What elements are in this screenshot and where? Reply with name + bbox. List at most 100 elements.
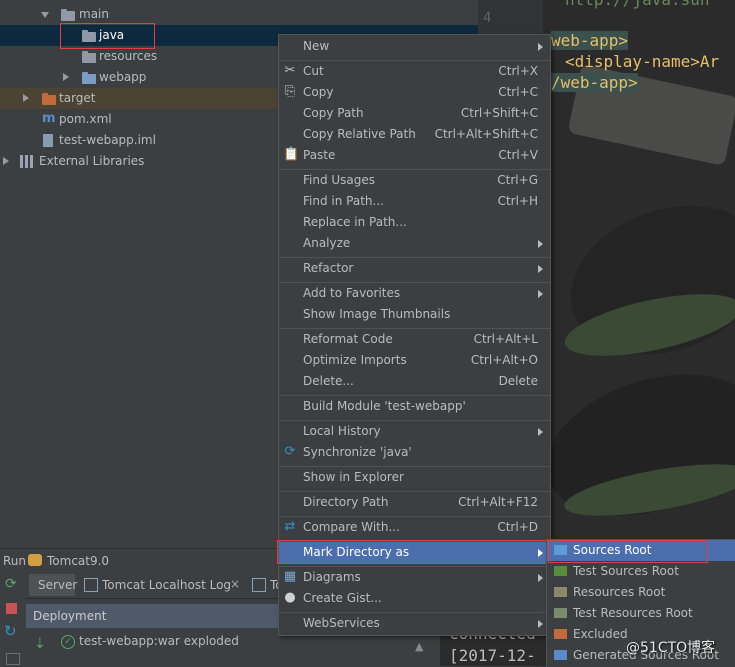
compare-icon: ⇄ xyxy=(284,519,296,534)
tree-item-label: pom.xml xyxy=(59,112,112,126)
collapse-arrow-icon[interactable] xyxy=(63,73,69,81)
menu-item-new[interactable]: New xyxy=(279,36,550,57)
collapse-arrow-icon[interactable] xyxy=(3,157,9,165)
menu-item-cut[interactable]: ✂ Cut Ctrl+X xyxy=(279,61,550,82)
run-label: Run xyxy=(3,554,27,568)
menu-item-copy-relative-path[interactable]: Copy Relative Path Ctrl+Alt+Shift+C xyxy=(279,124,550,145)
submenu-arrow-icon xyxy=(538,574,543,582)
menu-item-show-image-thumbnails[interactable]: Show Image Thumbnails xyxy=(279,304,550,325)
check-icon: ✓ xyxy=(61,635,75,649)
context-menu: New ✂ Cut Ctrl+X ⎘ Copy Ctrl+C Copy Path Ctrl… xyxy=(278,34,551,636)
menu-item-delete[interactable]: Delete... Delete xyxy=(279,371,550,392)
tab-label: Server xyxy=(38,578,78,592)
submenu-arrow-icon xyxy=(538,290,543,298)
menu-item-analyze[interactable]: Analyze xyxy=(279,233,550,254)
menu-item-find-in-path[interactable]: Find in Path... Ctrl+H xyxy=(279,191,550,212)
tree-item-main[interactable]: main xyxy=(0,4,478,25)
menu-item-webservices[interactable]: WebServices xyxy=(279,613,550,634)
watermark: @51CTO博客 xyxy=(626,640,716,656)
tab-label: Tomcat Localhost Log xyxy=(102,578,232,592)
submenu-arrow-icon xyxy=(538,240,543,248)
submenu-arrow-icon xyxy=(538,428,543,436)
menu-item-paste[interactable]: 📋 Paste Ctrl+V xyxy=(279,145,550,166)
refresh-icon[interactable]: ↻ xyxy=(4,624,18,639)
tree-item-label: External Libraries xyxy=(39,154,145,168)
collapse-arrow-icon[interactable] xyxy=(23,94,29,102)
submenu-item-resources-root[interactable]: Resources Root xyxy=(547,582,735,603)
paste-icon: 📋 xyxy=(283,147,300,162)
submenu-item-sources-root[interactable]: Sources Root xyxy=(547,540,735,561)
tree-item-label: target xyxy=(59,91,96,105)
log-icon xyxy=(84,578,98,592)
tab-server[interactable]: Server xyxy=(29,574,78,596)
submenu-arrow-icon xyxy=(538,620,543,628)
menu-item-create-gist[interactable]: ● Create Gist... xyxy=(279,588,550,609)
deployment-header: Deployment xyxy=(26,604,280,628)
folder-icon xyxy=(82,51,96,63)
code-line: http://java.sun xyxy=(565,0,710,9)
sources-root-icon xyxy=(554,545,567,555)
run-config-name[interactable]: Tomcat9.0 xyxy=(47,554,109,568)
menu-item-synchronize[interactable]: ⟳ Synchronize 'java' xyxy=(279,442,550,463)
layout-icon[interactable] xyxy=(6,653,20,665)
menu-item-mark-directory-as[interactable]: Mark Directory as xyxy=(279,542,550,563)
tree-item-label: test-webapp.iml xyxy=(59,133,156,147)
test-sources-root-icon xyxy=(554,566,567,576)
deployment-list: ⇣ ✓ test-webapp:war exploded xyxy=(26,628,280,666)
deploy-icon[interactable]: ⇣ xyxy=(34,636,46,652)
web-folder-icon xyxy=(82,72,96,84)
menu-item-show-in-explorer[interactable]: Show in Explorer xyxy=(279,467,550,488)
code-line: web-app> xyxy=(551,31,629,50)
log-icon xyxy=(252,578,266,592)
tomcat-icon xyxy=(28,554,42,566)
test-resources-root-icon xyxy=(554,608,567,618)
menu-item-copy-path[interactable]: Copy Path Ctrl+Shift+C xyxy=(279,103,550,124)
menu-item-optimize-imports[interactable]: Optimize Imports Ctrl+Alt+O xyxy=(279,350,550,371)
submenu-item-test-resources-root[interactable]: Test Resources Root xyxy=(547,603,735,624)
menu-item-find-usages[interactable]: Find Usages Ctrl+G xyxy=(279,170,550,191)
artifact-item[interactable]: test-webapp:war exploded xyxy=(79,634,239,648)
run-toolbar: ⟳ ↻ xyxy=(0,572,26,666)
sync-icon: ⟳ xyxy=(284,444,296,459)
tab-third[interactable]: To xyxy=(250,574,280,596)
submenu-arrow-icon xyxy=(538,43,543,51)
tab-tomcat-localhost-log[interactable]: Tomcat Localhost Log × xyxy=(78,574,246,596)
scissors-icon: ✂ xyxy=(284,63,296,78)
menu-item-build-module[interactable]: Build Module 'test-webapp' xyxy=(279,396,550,417)
scroll-up-button[interactable]: ▲ xyxy=(408,636,432,666)
module-file-icon xyxy=(43,134,53,147)
maven-file-icon: m xyxy=(42,111,56,126)
run-tabs: Server Tomcat Localhost Log × To xyxy=(26,572,280,599)
submenu-arrow-icon xyxy=(538,265,543,273)
code-line: /web-app> xyxy=(551,73,638,92)
close-icon[interactable]: × xyxy=(230,577,240,591)
excluded-folder-icon xyxy=(42,93,56,105)
submenu-item-test-sources-root[interactable]: Test Sources Root xyxy=(547,561,735,582)
menu-item-local-history[interactable]: Local History xyxy=(279,421,550,442)
menu-item-copy[interactable]: ⎘ Copy Ctrl+C xyxy=(279,82,550,103)
folder-icon xyxy=(82,30,96,42)
submenu-arrow-icon xyxy=(538,549,543,557)
code-line: <display-name>Ar xyxy=(565,52,720,71)
line-number: 4 xyxy=(483,10,492,26)
code-editor[interactable]: http://java.sun web-app> <display-name>A… xyxy=(543,0,735,548)
tree-item-label: webapp xyxy=(99,70,147,84)
menu-item-directory-path[interactable]: Directory Path Ctrl+Alt+F12 xyxy=(279,492,550,513)
excluded-icon xyxy=(554,629,567,639)
menu-item-diagrams[interactable]: ▦ Diagrams xyxy=(279,567,550,588)
menu-item-reformat-code[interactable]: Reformat Code Ctrl+Alt+L xyxy=(279,329,550,350)
menu-item-refactor[interactable]: Refactor xyxy=(279,258,550,279)
menu-item-replace-in-path[interactable]: Replace in Path... xyxy=(279,212,550,233)
console-line: [2017-12- xyxy=(449,646,536,665)
menu-item-compare-with[interactable]: ⇄ Compare With... Ctrl+D xyxy=(279,517,550,538)
stop-icon[interactable] xyxy=(6,603,17,614)
generated-sources-root-icon xyxy=(554,650,567,660)
github-icon: ● xyxy=(284,590,296,605)
library-icon xyxy=(20,155,34,168)
menu-item-add-to-favorites[interactable]: Add to Favorites xyxy=(279,283,550,304)
expand-arrow-icon[interactable] xyxy=(41,12,49,18)
resources-root-icon xyxy=(554,587,567,597)
copy-icon: ⎘ xyxy=(284,84,296,99)
rerun-icon[interactable]: ⟳ xyxy=(5,577,19,591)
folder-icon xyxy=(61,9,75,21)
